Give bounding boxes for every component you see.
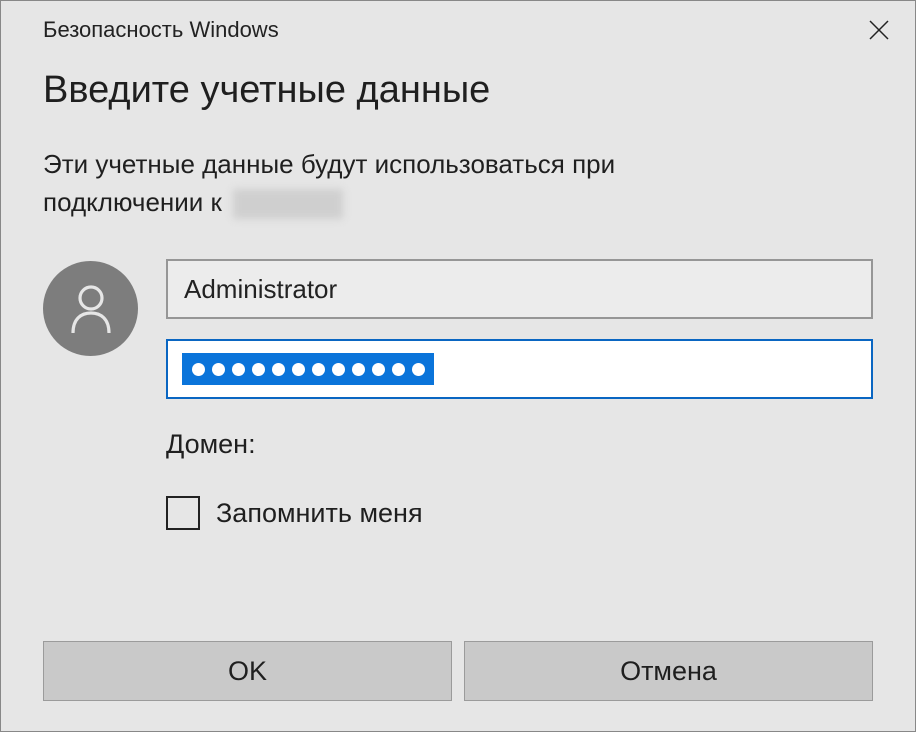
domain-label: Домен: <box>166 429 873 460</box>
dialog-heading: Введите учетные данные <box>43 69 873 112</box>
password-selection <box>182 353 434 385</box>
remember-checkbox[interactable] <box>166 496 200 530</box>
password-dot <box>252 363 265 376</box>
password-dot <box>232 363 245 376</box>
remember-label: Запомнить меня <box>216 498 423 529</box>
window-title: Безопасность Windows <box>43 17 279 43</box>
username-input[interactable] <box>166 259 873 319</box>
avatar <box>43 261 138 356</box>
credential-fields: Домен: Запомнить меня <box>166 259 873 530</box>
close-icon <box>867 18 891 42</box>
password-dot <box>372 363 385 376</box>
subtext-line1: Эти учетные данные будут использоваться … <box>43 149 615 179</box>
password-dot <box>352 363 365 376</box>
password-dot <box>392 363 405 376</box>
redacted-hostname <box>233 189 343 219</box>
password-input[interactable] <box>166 339 873 399</box>
remember-row: Запомнить меня <box>166 496 873 530</box>
password-dot <box>412 363 425 376</box>
password-dot <box>292 363 305 376</box>
credentials-dialog: Безопасность Windows Введите учетные дан… <box>0 0 916 732</box>
credentials-row: Домен: Запомнить меня <box>43 259 873 530</box>
dialog-content: Введите учетные данные Эти учетные данны… <box>1 59 915 530</box>
ok-button[interactable]: OK <box>43 641 452 701</box>
password-dot <box>312 363 325 376</box>
close-button[interactable] <box>843 1 915 59</box>
user-icon <box>67 283 115 335</box>
titlebar: Безопасность Windows <box>1 1 915 59</box>
password-dot <box>192 363 205 376</box>
password-dot <box>212 363 225 376</box>
dialog-subtext: Эти учетные данные будут использоваться … <box>43 146 873 221</box>
password-dot <box>272 363 285 376</box>
subtext-line2-prefix: подключении к <box>43 187 222 217</box>
password-dot <box>332 363 345 376</box>
cancel-button[interactable]: Отмена <box>464 641 873 701</box>
button-row: OK Отмена <box>43 641 873 701</box>
